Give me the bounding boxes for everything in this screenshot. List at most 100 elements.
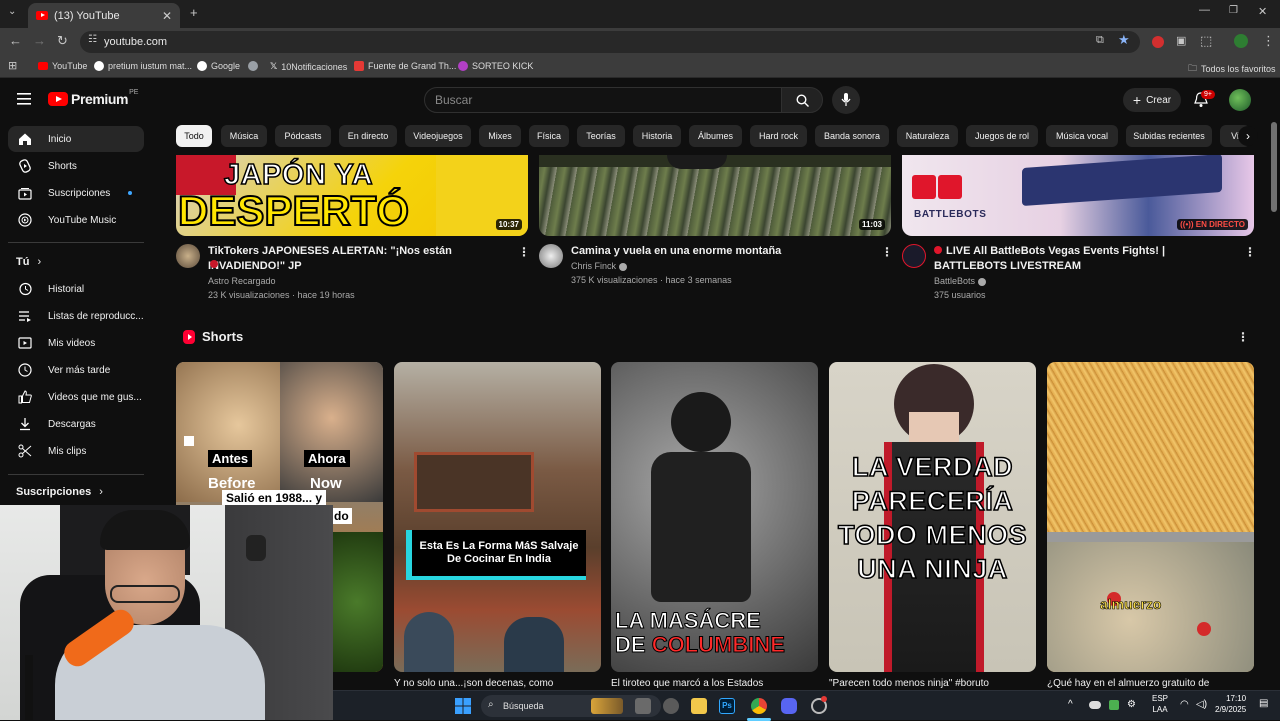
chip-juegos-de-rol[interactable]: Juegos de rol (966, 125, 1038, 147)
search-input[interactable]: Buscar (424, 87, 782, 113)
close-tab-icon[interactable]: ✕ (162, 9, 172, 23)
forward-icon[interactable]: → (33, 33, 46, 48)
chip-en-directo[interactable]: En directo (339, 125, 397, 147)
create-button[interactable]: + Crear (1123, 88, 1181, 112)
sidebar-you-header[interactable]: Tú › (16, 256, 41, 268)
video-thumbnail[interactable]: 11:03 (539, 155, 891, 236)
taskbar-clock[interactable]: 17:10 2/9/2025 (1215, 693, 1246, 715)
chip-mixes[interactable]: Mixes (479, 125, 521, 147)
new-tab-icon[interactable]: + (190, 5, 198, 20)
channel-name[interactable]: Chris Finck (571, 259, 627, 273)
channel-avatar[interactable] (176, 244, 200, 268)
sidebar-item-descargas[interactable]: Descargas (8, 411, 144, 437)
sidebar-item-mis-clips[interactable]: Mis clips (8, 438, 144, 464)
video-thumbnail[interactable]: JAPÓN YA DESPERTÓ 10:37 (176, 155, 528, 236)
browser-menu-icon[interactable]: ⋮ (1262, 33, 1275, 49)
menu-icon[interactable] (17, 93, 31, 105)
short-card[interactable]: LA MASÁCRE DE COLUMBINE (611, 362, 818, 672)
short-title[interactable]: "Parecen todo menos ninja" #boruto (829, 678, 1029, 689)
short-card[interactable]: LA VERDAD PARECERÍA TODO MENOS UNA NINJA (829, 362, 1036, 672)
keyboard-language[interactable]: ESP LAA (1152, 693, 1168, 715)
notifications-icon[interactable]: ▤ (1259, 698, 1268, 709)
bookmark-google[interactable]: Google (197, 61, 240, 71)
chip-albumes[interactable]: Álbumes (689, 125, 742, 147)
sidebar-item-listas[interactable]: Listas de reproducc... (8, 303, 144, 329)
app-icon[interactable] (663, 698, 679, 714)
chip-videojuegos[interactable]: Videojuegos (405, 125, 471, 147)
windows-start-icon[interactable] (455, 698, 471, 714)
chip-podcasts[interactable]: Pódcasts (275, 125, 331, 147)
channel-avatar[interactable] (902, 244, 926, 268)
chip-hard-rock[interactable]: Hard rock (750, 125, 807, 147)
task-view-icon[interactable] (635, 698, 651, 714)
bookmark-pretium[interactable]: pretium iustum mat... (94, 61, 192, 71)
profile-avatar[interactable] (1234, 34, 1248, 48)
apps-grid-icon[interactable]: ⊞ (8, 59, 17, 72)
photoshop-icon[interactable]: Ps (719, 698, 735, 714)
tray-app-icon[interactable] (1109, 700, 1119, 710)
all-bookmarks[interactable]: 🗀 Todos los favoritos (1188, 61, 1276, 77)
short-card[interactable]: Esta Es La Forma MáS Salvaje De Cocinar … (394, 362, 601, 672)
sidebar-item-youtube-music[interactable]: YouTube Music (8, 207, 144, 233)
reload-icon[interactable]: ↻ (57, 33, 68, 49)
account-avatar[interactable] (1229, 89, 1251, 111)
youtube-logo[interactable]: Premium PE (48, 89, 138, 107)
sidebar-item-suscripciones[interactable]: Suscripciones (8, 180, 144, 206)
short-title[interactable]: ¿Qué hay en el almuerzo gratuito de (1047, 678, 1247, 689)
video-title[interactable]: LIVE All BattleBots Vegas Events Fights!… (934, 244, 1234, 274)
extension-icon[interactable] (1152, 36, 1164, 48)
channel-name[interactable]: BattleBots (934, 274, 986, 288)
extensions-puzzle-icon[interactable]: ⬚ (1200, 33, 1212, 49)
site-info-icon[interactable]: ☷ (88, 34, 97, 45)
bookmark-globe[interactable] (248, 61, 258, 71)
chip-banda-sonora[interactable]: Banda sonora (815, 125, 889, 147)
page-scrollbar[interactable] (1271, 122, 1277, 212)
sidebar-item-videos-gusta[interactable]: Videos que me gus... (8, 384, 144, 410)
restore-icon[interactable]: ❐ (1229, 5, 1238, 16)
chip-historia[interactable]: Historia (633, 125, 681, 147)
extension-2-icon[interactable]: ▣ (1176, 34, 1186, 47)
short-title[interactable]: Y no solo una...¡son decenas, como (394, 678, 594, 689)
close-window-icon[interactable]: ✕ (1258, 5, 1267, 18)
chip-naturaleza[interactable]: Naturaleza (897, 125, 958, 147)
shorts-more-options-icon[interactable]: ⋮ (1237, 330, 1249, 344)
bookmark-star-icon[interactable]: ★ (1118, 32, 1130, 48)
sidebar-item-ver-mas-tarde[interactable]: Ver más tarde (8, 357, 144, 383)
video-title[interactable]: TikTokers JAPONESES ALERTAN: "¡Nos están… (208, 244, 513, 274)
chip-musica[interactable]: Música (221, 125, 267, 147)
tab-list-icon[interactable]: ⌄ (8, 6, 16, 17)
file-explorer-icon[interactable] (691, 698, 707, 714)
chip-fisica[interactable]: Física (529, 125, 569, 147)
tray-app-icon[interactable]: ⚙ (1127, 699, 1136, 710)
sidebar-item-shorts[interactable]: Shorts (8, 153, 144, 179)
short-title[interactable]: El tiroteo que marcó a los Estados (611, 678, 811, 689)
install-app-icon[interactable]: ⧉ (1096, 34, 1104, 47)
volume-icon[interactable]: ◁) (1196, 699, 1207, 710)
sidebar-item-historial[interactable]: Historial (8, 276, 144, 302)
voice-search-button[interactable] (832, 86, 860, 114)
bookmark-sorteo[interactable]: SORTEO KICK (458, 61, 533, 71)
onedrive-icon[interactable] (1089, 701, 1101, 709)
sidebar-subscriptions-header[interactable]: Suscripciones › (16, 486, 103, 498)
video-title[interactable]: Camina y vuela en una enorme montaña (571, 244, 876, 259)
sidebar-item-inicio[interactable]: Inicio (8, 126, 144, 152)
taskbar-search[interactable]: ⌕ Búsqueda (481, 695, 661, 717)
video-thumbnail[interactable]: BATTLEBOTS ((•)) EN DIRECTO (902, 155, 1254, 236)
short-card[interactable]: almuerzo (1047, 362, 1254, 672)
chip-todo[interactable]: Todo (176, 125, 212, 147)
more-options-icon[interactable]: ⋮ (1244, 245, 1256, 259)
chip-subidas-recientes[interactable]: Subidas recientes (1126, 125, 1212, 147)
back-icon[interactable]: ← (9, 33, 22, 48)
bookmark-fuente[interactable]: Fuente de Grand Th... (354, 61, 456, 71)
search-button[interactable] (781, 87, 823, 113)
channel-avatar[interactable] (539, 244, 563, 268)
browser-tab[interactable]: (13) YouTube ✕ (28, 3, 180, 28)
tray-chevron-icon[interactable]: ^ (1068, 699, 1073, 710)
channel-name[interactable]: Astro Recargado (208, 274, 276, 288)
bookmark-x[interactable]: 𝕏 10Notificaciones (270, 61, 347, 72)
address-bar[interactable]: ☷ youtube.com (80, 31, 1140, 53)
chips-next-chevron-icon[interactable]: › (1238, 126, 1258, 146)
sidebar-item-mis-videos[interactable]: Mis videos (8, 330, 144, 356)
minimize-icon[interactable]: — (1199, 4, 1210, 16)
chip-teorias[interactable]: Teorías (577, 125, 625, 147)
